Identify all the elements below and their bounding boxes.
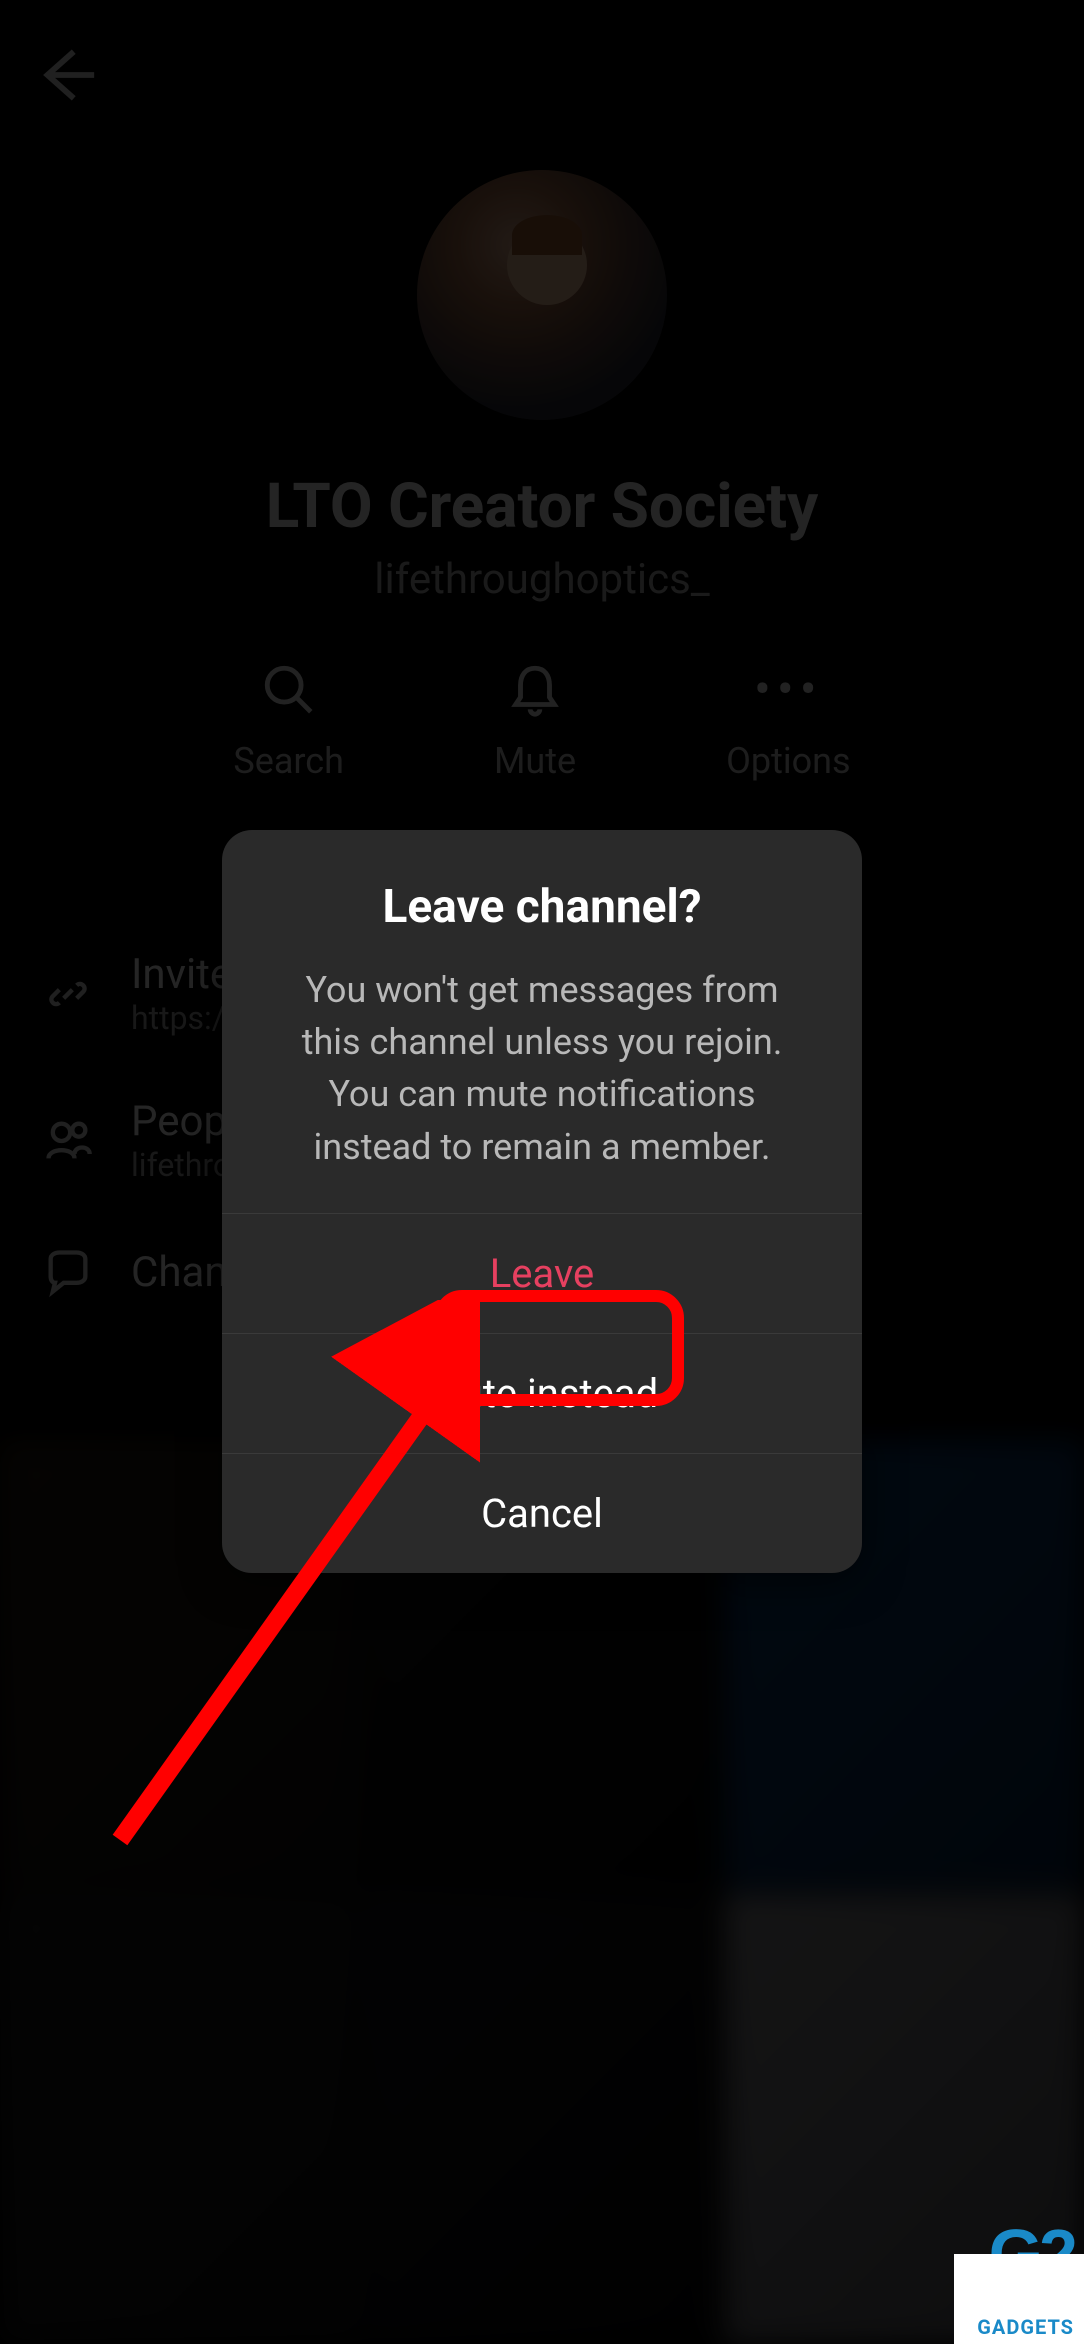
- mute-instead-button[interactable]: Mute instead: [222, 1333, 862, 1453]
- leave-button[interactable]: Leave: [222, 1214, 862, 1333]
- watermark-tag: GADGETS: [977, 2315, 1074, 2339]
- dialog-title: Leave channel?: [262, 880, 822, 934]
- leave-channel-dialog: Leave channel? You won't get messages fr…: [222, 830, 862, 1573]
- watermark: G2 GADGETS: [864, 2184, 1084, 2344]
- dialog-body: You won't get messages from this channel…: [262, 964, 822, 1173]
- cancel-button[interactable]: Cancel: [222, 1453, 862, 1573]
